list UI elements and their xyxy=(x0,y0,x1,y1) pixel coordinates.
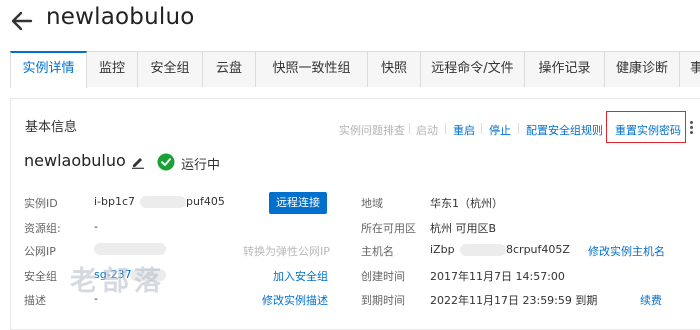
description-label: 描述 xyxy=(24,294,46,307)
public-ip-label: 公网IP xyxy=(24,245,56,258)
instance-id-value-tail: puf405 xyxy=(186,195,225,208)
divider xyxy=(409,123,410,134)
more-icon[interactable] xyxy=(690,121,694,135)
divider xyxy=(518,123,519,134)
tab-security-group[interactable]: 安全组 xyxy=(138,51,203,87)
running-status-icon xyxy=(157,153,175,171)
divider xyxy=(481,123,482,134)
renew-link[interactable]: 续费 xyxy=(640,292,662,308)
security-group-label: 安全组 xyxy=(24,270,57,283)
tab-monitoring[interactable]: 监控 xyxy=(87,51,138,87)
page-header: newlaobuluo xyxy=(0,0,700,46)
back-arrow-icon[interactable] xyxy=(10,4,34,36)
tab-instance-details[interactable]: 实例详情 xyxy=(10,51,87,88)
expire-time-label: 到期时间 xyxy=(361,294,405,307)
convert-to-eip-link[interactable]: 转换为弹性公网IP xyxy=(243,243,330,259)
expire-time-value: 2022年11月17日 23:59:59 到期 xyxy=(430,294,598,307)
instance-id-label: 实例ID xyxy=(24,197,58,210)
watermark: 老部落 xyxy=(70,266,166,297)
restart-link[interactable]: 重启 xyxy=(453,122,475,138)
region-value: 华东1（杭州） xyxy=(430,197,503,210)
remote-connect-button[interactable]: 远程连接 xyxy=(269,192,327,214)
page-title: newlaobuluo xyxy=(46,4,195,30)
tab-snapshot-consistency-group[interactable]: 快照一致性组 xyxy=(256,51,368,87)
zone-label: 所在可用区 xyxy=(361,222,416,235)
divider xyxy=(445,123,446,134)
resource-group-value: - xyxy=(94,220,98,233)
tab-disks[interactable]: 云盘 xyxy=(203,51,256,87)
hostname-value: iZbp xyxy=(430,243,455,256)
hostname-value-tail: 8crpuf405Z xyxy=(506,243,570,256)
region-label: 地域 xyxy=(361,197,383,210)
tab-events[interactable]: 事件 xyxy=(680,51,700,87)
edit-description-link[interactable]: 修改实例描述 xyxy=(262,292,328,308)
troubleshoot-link[interactable]: 实例问题排查 xyxy=(339,122,405,138)
tab-operation-log[interactable]: 操作记录 xyxy=(525,51,605,87)
configure-security-group-rules-link[interactable]: 配置安全组规则 xyxy=(526,122,603,138)
resource-group-label: 资源组: xyxy=(24,222,61,235)
stop-link[interactable]: 停止 xyxy=(489,122,511,138)
highlight-box xyxy=(606,111,686,143)
instance-name: newlaobuluo xyxy=(24,151,126,170)
tab-snapshots[interactable]: 快照 xyxy=(368,51,421,87)
hostname-label: 主机名 xyxy=(361,245,394,258)
redacted-blur xyxy=(460,244,506,256)
tab-bar: 实例详情 监控 安全组 云盘 快照一致性组 快照 远程命令/文件 操作记录 健康… xyxy=(10,51,700,88)
tab-remote-command[interactable]: 远程命令/文件 xyxy=(421,51,525,87)
zone-value: 杭州 可用区B xyxy=(430,222,497,235)
edit-pencil-icon[interactable] xyxy=(131,155,145,169)
tab-health-diagnosis[interactable]: 健康诊断 xyxy=(605,51,680,87)
redacted-blur xyxy=(94,243,166,255)
join-security-group-link[interactable]: 加入安全组 xyxy=(273,268,328,284)
redacted-blur xyxy=(140,196,186,208)
section-title: 基本信息 xyxy=(25,120,78,135)
instance-id-value: i-bp1c7 xyxy=(94,195,136,208)
created-time-label: 创建时间 xyxy=(361,270,405,283)
status-text: 运行中 xyxy=(181,158,221,173)
created-time-value: 2017年11月7日 14:57:00 xyxy=(430,270,565,283)
start-link[interactable]: 启动 xyxy=(416,122,438,138)
edit-hostname-link[interactable]: 修改实例主机名 xyxy=(588,243,665,259)
